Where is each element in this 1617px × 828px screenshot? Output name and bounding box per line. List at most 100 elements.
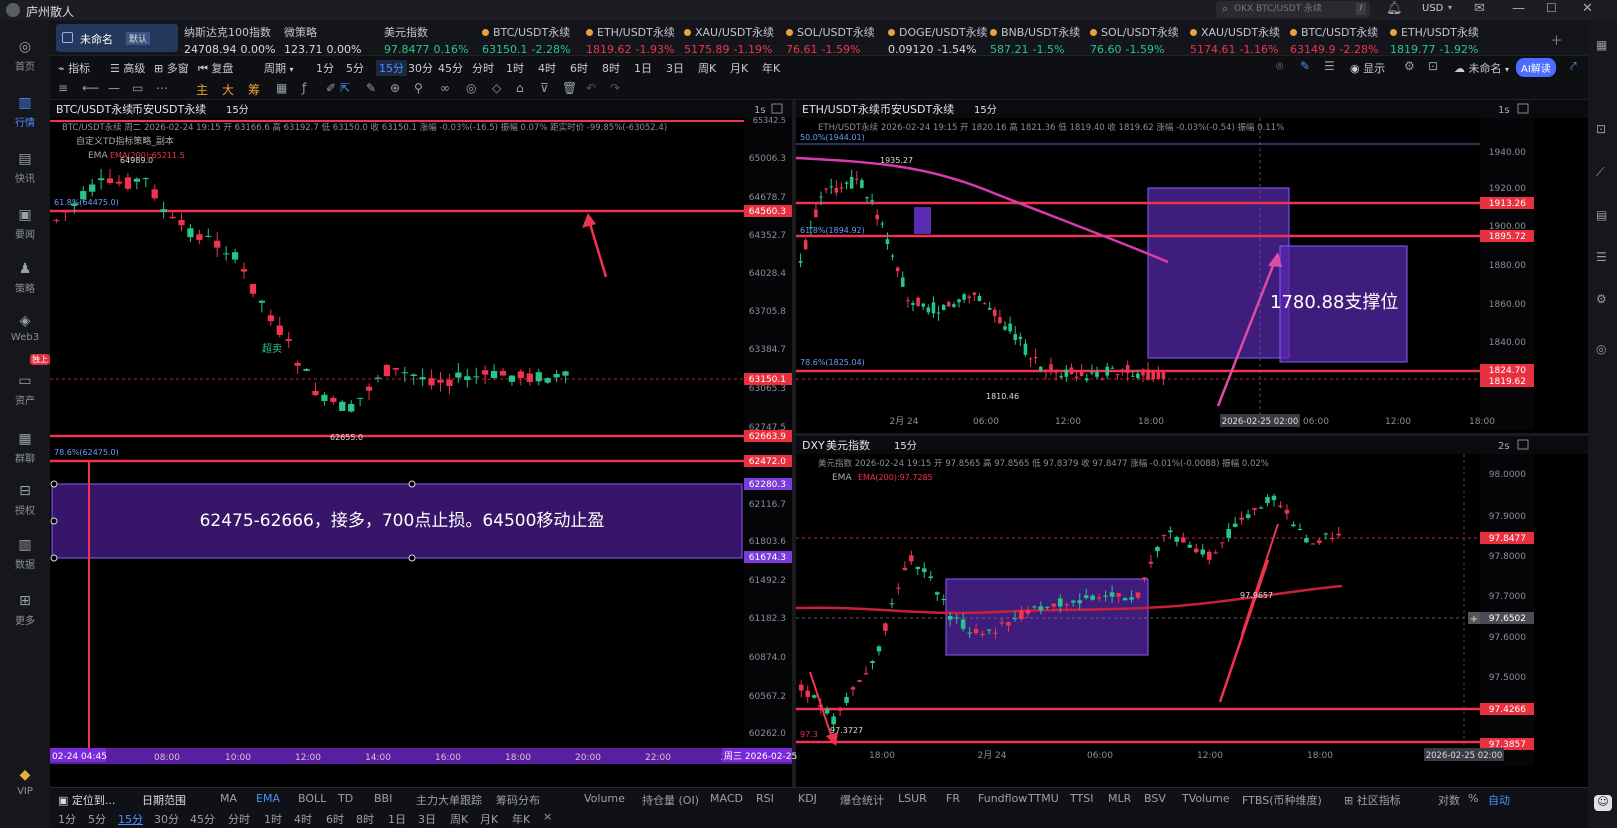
list-icon[interactable]: ☰	[1596, 250, 1607, 264]
ticker-item[interactable]: DOGE/USDT永续 0.09120 -1.54%	[888, 24, 988, 56]
undo-icon[interactable]: ↶	[586, 81, 596, 95]
nav-item-headline[interactable]: ▣ 要闻	[0, 206, 50, 241]
expand-icon[interactable]: ⊡	[1596, 122, 1606, 136]
pen-icon[interactable]: ✎	[1300, 59, 1310, 73]
table-icon[interactable]: ▤	[1596, 208, 1607, 222]
nav-item-chart[interactable]: ▥ 行情	[0, 94, 50, 129]
cursor-icon[interactable]: ⇱	[340, 81, 350, 95]
indicator-0[interactable]: MA	[220, 792, 237, 805]
bottom-period-13[interactable]: 月K	[480, 811, 498, 827]
horizontal-line-icon[interactable]: —	[108, 81, 120, 95]
ruler-icon[interactable]: ✎	[366, 81, 376, 95]
filter-icon[interactable]: ⊽	[540, 81, 549, 95]
period-1[interactable]: 5分	[346, 60, 364, 76]
assistant-icon[interactable]: ☺	[1594, 795, 1612, 811]
redo-icon[interactable]: ↷	[610, 81, 620, 95]
indicator-10[interactable]: RSI	[756, 792, 774, 805]
indicator-19[interactable]: BSV	[1144, 792, 1166, 805]
period-select[interactable]: 周期 ▾	[264, 60, 294, 76]
trash-icon[interactable]: 🗑︎	[562, 81, 577, 95]
currency-select[interactable]: USD	[1422, 3, 1443, 14]
indicator-3[interactable]: TD	[338, 792, 353, 805]
bottom-period-4[interactable]: 45分	[190, 811, 215, 827]
maximize-icon[interactable]: ☐	[1546, 1, 1557, 15]
nav-item-news[interactable]: ▤ 快讯	[0, 150, 50, 185]
bottom-period-2[interactable]: 15分	[118, 811, 143, 827]
indicator-16[interactable]: TTMU	[1028, 792, 1059, 805]
tag-icon[interactable]: ⌂	[516, 81, 524, 95]
indicator-20[interactable]: TVolume	[1182, 792, 1230, 805]
bottom-period-7[interactable]: 4时	[294, 811, 312, 827]
indicator-18[interactable]: MLR	[1108, 792, 1131, 805]
indicator-17[interactable]: TTSI	[1070, 792, 1093, 805]
search-box[interactable]: ⌕ /	[1216, 1, 1370, 18]
nav-item-auth[interactable]: ⊟ 授权	[0, 482, 50, 517]
nav-item-vip[interactable]: ◆ VIP	[0, 766, 50, 797]
period-10[interactable]: 1日	[634, 60, 652, 76]
bottom-period-11[interactable]: 3日	[418, 811, 436, 827]
link-icon[interactable]: ∞	[440, 81, 450, 95]
replay-button[interactable]: ⏮ 复盘	[198, 60, 233, 76]
rectangle-tool-icon[interactable]: ▭	[132, 81, 143, 95]
nav-item-home[interactable]: ◎ 首页	[0, 38, 50, 73]
ai-button[interactable]: AI解读	[1516, 58, 1556, 77]
period-12[interactable]: 周K	[698, 60, 716, 76]
bottom-period-5[interactable]: 分时	[228, 811, 250, 827]
ticker-item[interactable]: 美元指数 97.8477 0.16%	[384, 24, 468, 56]
settings-icon[interactable]: ◎	[1596, 342, 1606, 356]
period-11[interactable]: 3日	[666, 60, 684, 76]
line-tool-icon[interactable]: ⟵	[82, 81, 99, 95]
indicator-14[interactable]: FR	[946, 792, 960, 805]
nav-item-data[interactable]: ▥ 数据	[0, 536, 50, 571]
bottom-period-6[interactable]: 1时	[264, 811, 282, 827]
chip-icon[interactable]: 筹	[248, 81, 260, 98]
indicator-2[interactable]: BOLL	[298, 792, 326, 805]
ticker-item[interactable]: ETH/USDT永续 1819.77 -1.92%	[1390, 24, 1479, 56]
bottom-period-8[interactable]: 6时	[326, 811, 344, 827]
menu-icon[interactable]: ≡	[58, 81, 68, 95]
indicator-6[interactable]: 筹码分布	[496, 792, 540, 808]
period-3[interactable]: 30分	[408, 60, 433, 76]
indicator-21[interactable]: FTBS(币种维度)	[1242, 792, 1322, 808]
ticker-item[interactable]: BNB/USDT永续 587.21 -1.5%	[990, 24, 1080, 56]
indicator-5[interactable]: 主力大单跟踪	[416, 792, 482, 808]
indicator-7[interactable]: Volume	[584, 792, 625, 805]
log-toggle[interactable]: 对数	[1438, 792, 1460, 808]
calendar-icon[interactable]: ▦	[276, 81, 287, 95]
period-8[interactable]: 6时	[570, 60, 588, 76]
period-7[interactable]: 4时	[538, 60, 556, 76]
indicator-9[interactable]: MACD	[710, 792, 743, 805]
bottom-period-0[interactable]: 1分	[58, 811, 76, 827]
mail-icon[interactable]: ✉	[1474, 1, 1485, 16]
indicator-13[interactable]: LSUR	[898, 792, 927, 805]
ticker-item[interactable]: ETH/USDT永续 1819.62 -1.93%	[586, 24, 675, 56]
indicator-15[interactable]: Fundflow	[978, 792, 1027, 805]
nav-item-web3[interactable]: ◈ Web3	[0, 312, 50, 343]
formula-icon[interactable]: ƒ	[302, 81, 306, 95]
workspace-tab[interactable]: 未命名 默认	[56, 24, 178, 52]
nav-item-asset[interactable]: ▭ 资产	[0, 372, 50, 407]
magnet-icon[interactable]: ⊕	[390, 81, 400, 95]
ticker-item[interactable]: BTC/USDT永续 63150.1 -2.28%	[482, 24, 570, 56]
add-tab-icon[interactable]: ＋	[1550, 30, 1563, 49]
indicator-1[interactable]: EMA	[256, 792, 280, 805]
share-icon[interactable]: ⤤	[1570, 59, 1577, 74]
layers-icon[interactable]: ☰	[1324, 59, 1335, 73]
nav-item-more[interactable]: ⊞ 更多	[0, 592, 50, 627]
period-6[interactable]: 1时	[506, 60, 524, 76]
close-icon[interactable]: ✕	[1582, 1, 1593, 16]
period-2[interactable]: 15分	[376, 60, 407, 76]
trend-icon[interactable]: ⟋	[1596, 165, 1604, 180]
period-13[interactable]: 月K	[730, 60, 748, 76]
robot-icon[interactable]: ⚙	[1596, 292, 1607, 306]
main-force-icon[interactable]: 主	[196, 81, 208, 98]
advanced-button[interactable]: ☰ 高级	[110, 60, 145, 76]
ticker-item[interactable]: SOL/USDT永续 76.61 -1.59%	[786, 24, 875, 56]
bottom-period-3[interactable]: 30分	[154, 811, 179, 827]
bottom-period-9[interactable]: 8时	[356, 811, 374, 827]
brush-icon[interactable]: ✐	[326, 81, 336, 95]
community-indicator-button[interactable]: ⊞ 社区指标	[1344, 792, 1401, 808]
period-4[interactable]: 45分	[438, 60, 463, 76]
percent-toggle[interactable]: %	[1468, 792, 1478, 805]
indicator-button[interactable]: ⌁ 指标	[58, 60, 90, 76]
